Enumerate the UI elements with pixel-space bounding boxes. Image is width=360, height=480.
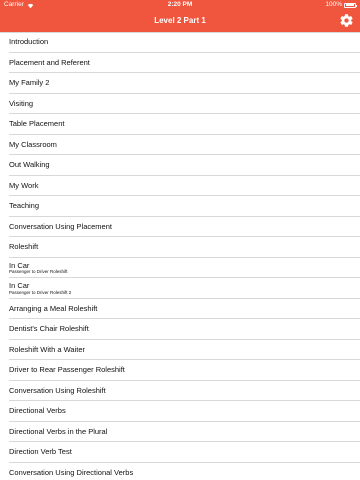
lesson-row[interactable]: Conversation Using Placement	[0, 217, 360, 238]
lesson-row[interactable]: Table Placement	[0, 114, 360, 135]
lesson-row[interactable]: Teaching	[0, 196, 360, 217]
lesson-title: Driver to Rear Passenger Roleshift	[9, 365, 125, 374]
status-bar: Carrier 2:20 PM 100%	[0, 0, 360, 10]
status-time: 2:20 PM	[167, 1, 193, 8]
lesson-title: Dentist's Chair Roleshift	[9, 324, 89, 333]
lesson-row[interactable]: Roleshift With a Waiter	[0, 340, 360, 361]
status-right: 100%	[325, 0, 357, 10]
lesson-row[interactable]: My Work	[0, 176, 360, 197]
battery-icon	[344, 2, 357, 8]
lesson-row[interactable]: Conversation Using Roleshift	[0, 381, 360, 402]
battery-percent: 100%	[325, 1, 342, 8]
lesson-subtitle: Passenger to Driver Roleshift 2	[9, 289, 72, 295]
lesson-row[interactable]: Dentist's Chair Roleshift	[0, 319, 360, 340]
lesson-title: My Classroom	[9, 139, 57, 149]
lesson-title: Conversation Using Directional Verbs	[9, 467, 134, 477]
lesson-title: Teaching	[9, 201, 40, 210]
battery-fill	[345, 4, 355, 6]
lesson-title: Visiting	[9, 98, 34, 108]
lesson-title: Table Placement	[9, 119, 65, 128]
lesson-list: Introduction Placement and Referent My Fam…	[0, 32, 360, 480]
screen: Carrier 2:20 PM 100% Level 2 Part 1 Intr…	[0, 0, 360, 480]
lesson-title: Conversation Using Roleshift	[9, 385, 106, 395]
lesson-row[interactable]: Arranging a Meal Roleshift	[0, 299, 360, 320]
lesson-title: Conversation Using Placement	[9, 221, 112, 231]
settings-button[interactable]	[339, 13, 354, 28]
gear-icon	[340, 14, 353, 27]
lesson-title: Introduction	[9, 37, 49, 46]
lesson-title: Direction Verb Test	[9, 447, 72, 456]
lesson-title: Placement and Referent	[9, 57, 90, 67]
lesson-title: Out Walking	[9, 160, 50, 169]
lesson-row[interactable]: Driver to Rear Passenger Roleshift	[0, 360, 360, 381]
lesson-title: Directional Verbs	[9, 406, 66, 415]
lesson-title: Arranging a Meal Roleshift	[9, 303, 98, 313]
lesson-row[interactable]: Direction Verb Test	[0, 442, 360, 463]
lesson-title: My Family 2	[9, 78, 50, 87]
lesson-title: Roleshift	[9, 242, 39, 251]
lesson-row[interactable]: In Car Passenger to Driver Roleshift	[0, 258, 360, 279]
navigation-bar: Level 2 Part 1	[0, 10, 360, 32]
lesson-row[interactable]: Directional Verbs	[0, 401, 360, 422]
lesson-row[interactable]: Placement and Referent	[0, 53, 360, 74]
lesson-row[interactable]: Roleshift	[0, 237, 360, 258]
lesson-row[interactable]: My Classroom	[0, 135, 360, 156]
lesson-title: Directional Verbs in the Plural	[9, 426, 108, 436]
lesson-title: Roleshift With a Waiter	[9, 344, 85, 354]
lesson-row[interactable]: Out Walking	[0, 155, 360, 176]
lesson-title: My Work	[9, 180, 39, 190]
lesson-row[interactable]: Directional Verbs in the Plural	[0, 422, 360, 443]
lesson-row[interactable]: Conversation Using Directional Verbs	[0, 463, 360, 480]
lesson-row[interactable]: Introduction	[0, 32, 360, 53]
lesson-row[interactable]: Visiting	[0, 94, 360, 115]
lesson-subtitle: Passenger to Driver Roleshift	[9, 269, 68, 274]
lesson-row[interactable]: In Car Passenger to Driver Roleshift 2	[0, 278, 360, 299]
lesson-row[interactable]: My Family 2	[0, 73, 360, 94]
page-title: Level 2 Part 1	[154, 16, 206, 25]
